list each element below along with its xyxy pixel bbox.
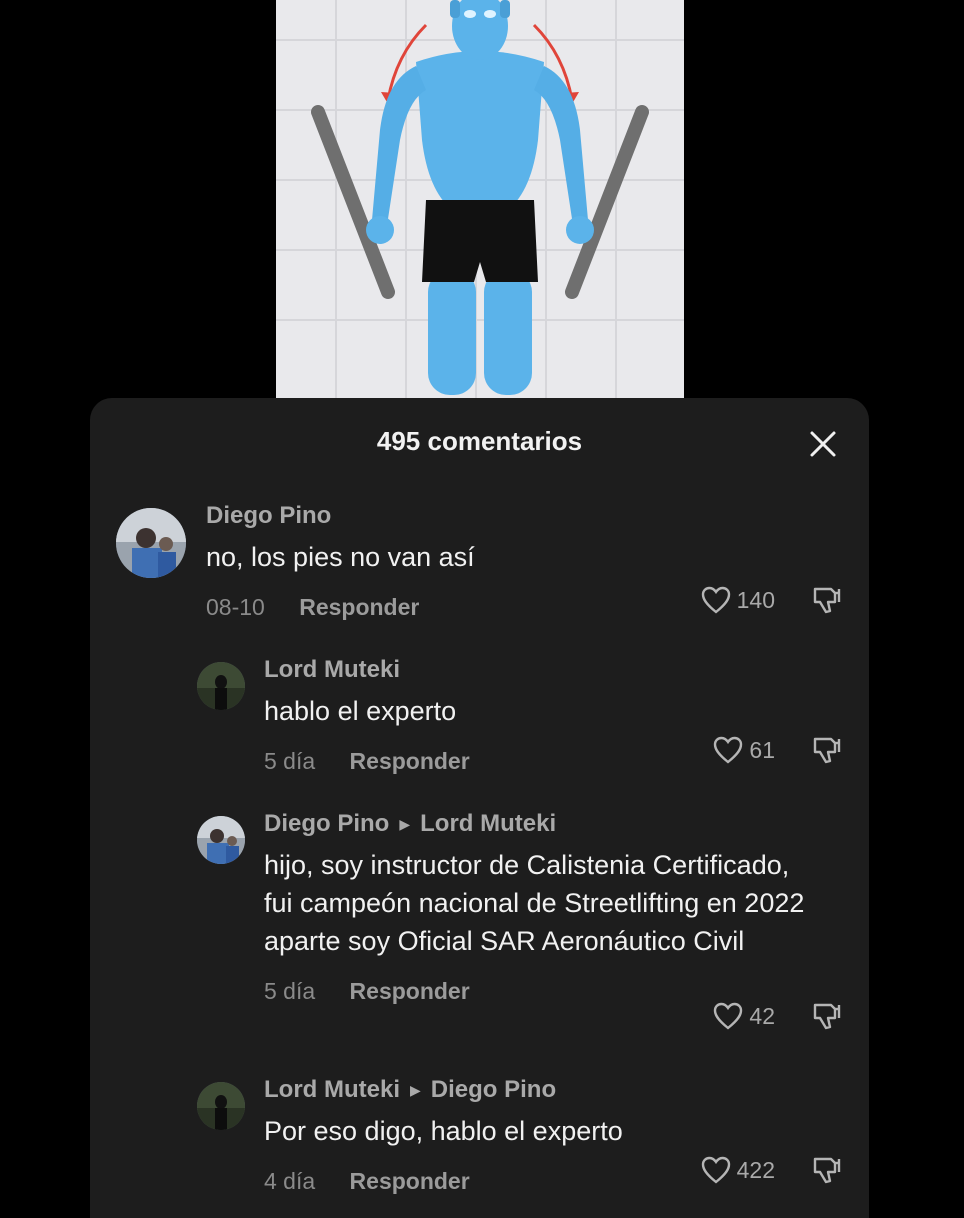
avatar[interactable] <box>116 508 186 578</box>
exercise-illustration <box>276 0 684 398</box>
reply-button[interactable]: Responder <box>350 978 470 1004</box>
avatar[interactable] <box>197 662 245 710</box>
avatar[interactable] <box>197 816 245 864</box>
comment-text: hijo, soy instructor de Calistenia Certi… <box>264 850 805 956</box>
video-preview[interactable] <box>276 0 684 398</box>
avatar-image <box>197 662 245 710</box>
avatar-image <box>197 816 245 864</box>
like-count: 140 <box>736 586 775 613</box>
triangle-right-icon: ▶ <box>399 816 411 833</box>
comment-date: 4 día <box>264 1168 316 1194</box>
avatar[interactable] <box>197 1082 245 1130</box>
author-name[interactable]: Diego Pino <box>206 502 331 529</box>
thumbs-down-icon <box>813 587 841 614</box>
heart-icon <box>701 586 730 614</box>
reply-button[interactable]: Responder <box>350 1168 470 1194</box>
heart-icon <box>714 736 743 764</box>
dislike-button[interactable] <box>811 734 843 771</box>
reply-to-name[interactable]: Diego Pino <box>431 1076 556 1103</box>
author-name[interactable]: Lord Muteki <box>264 656 400 683</box>
triangle-right-icon: ▶ <box>410 1082 421 1099</box>
dislike-button[interactable] <box>811 584 843 621</box>
comment-author[interactable]: Diego Pino ▶ Lord Muteki <box>264 810 824 838</box>
avatar-image <box>116 508 186 578</box>
comment-author[interactable]: Lord Muteki ▶ Diego Pino <box>264 1076 824 1104</box>
comment-text: Por eso digo, hablo el experto <box>264 1116 623 1146</box>
comment-author[interactable]: Diego Pino <box>206 502 766 530</box>
comment-date: 5 día <box>264 748 316 774</box>
like-button[interactable]: 140 <box>701 586 775 614</box>
thumbs-down-icon <box>813 1157 841 1184</box>
like-count: 61 <box>749 736 775 763</box>
like-button[interactable]: 422 <box>701 1156 775 1184</box>
comment-date: 5 día <box>264 978 316 1004</box>
avatar-image <box>197 1082 245 1130</box>
comment-item: Diego Pino no, los pies no van así 08-10… <box>90 502 869 632</box>
comment-reply-item: Lord Muteki ▶ Diego Pino Por eso digo, hab… <box>90 1076 869 1206</box>
thumbs-down-icon <box>813 737 841 764</box>
author-name[interactable]: Lord Muteki <box>264 1076 400 1103</box>
comment-reply-item: Lord Muteki hablo el experto 5 día Respo… <box>90 656 869 786</box>
like-count: 42 <box>749 1002 775 1029</box>
comment-date: 08-10 <box>206 594 265 620</box>
comment-reply-item: Diego Pino ▶ Lord Muteki hijo, soy instruc… <box>90 810 869 1050</box>
reply-button[interactable]: Responder <box>299 594 419 620</box>
close-button[interactable] <box>807 428 839 460</box>
like-count: 422 <box>736 1156 775 1183</box>
comment-author[interactable]: Lord Muteki <box>264 656 824 684</box>
heart-icon <box>714 1002 743 1030</box>
dislike-button[interactable] <box>811 1000 843 1037</box>
comments-sheet: 495 comentarios Diego Pino no, los pies … <box>90 398 869 1218</box>
like-button[interactable]: 61 <box>713 736 775 764</box>
author-name[interactable]: Diego Pino <box>264 810 389 837</box>
comment-text: no, los pies no van así <box>206 542 475 572</box>
reply-button[interactable]: Responder <box>350 748 470 774</box>
comments-count-title: 495 comentarios <box>376 426 583 456</box>
heart-icon <box>701 1156 730 1184</box>
like-button[interactable]: 42 <box>713 1002 775 1030</box>
dislike-button[interactable] <box>811 1154 843 1191</box>
thumbs-down-icon <box>813 1003 841 1030</box>
comment-text: hablo el experto <box>264 696 457 726</box>
reply-to-name[interactable]: Lord Muteki <box>420 810 556 837</box>
close-icon <box>810 431 836 457</box>
